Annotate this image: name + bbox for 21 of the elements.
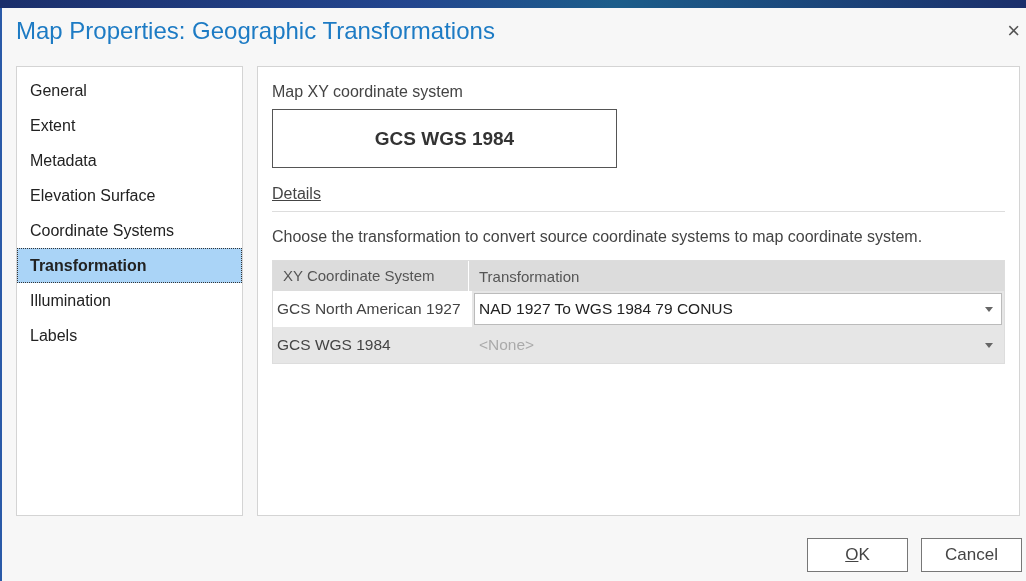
window-title: Map Properties: Geographic Transformations bbox=[16, 17, 495, 45]
sidebar-item[interactable]: Labels bbox=[17, 318, 242, 353]
sidebar-item[interactable]: Extent bbox=[17, 108, 242, 143]
caret-icon bbox=[985, 342, 993, 348]
dialog-button[interactable]: OK bbox=[807, 538, 908, 572]
table-cell: GCS North American 1927 bbox=[273, 291, 472, 327]
coordinate-system-box[interactable]: GCS WGS 1984 bbox=[272, 109, 617, 168]
sidebar-item[interactable]: Transformation bbox=[17, 248, 242, 283]
column-header: Transformation bbox=[478, 267, 580, 285]
dialog-button[interactable]: Cancel bbox=[921, 538, 1022, 572]
sidebar-item[interactable]: General bbox=[17, 73, 242, 108]
sidebar-item[interactable]: Metadata bbox=[17, 143, 242, 178]
close-button[interactable]: × bbox=[1001, 18, 1026, 44]
section-label: Map XY coordinate system bbox=[272, 83, 463, 101]
caret-icon bbox=[985, 306, 993, 312]
sidebar-item[interactable]: Elevation Surface bbox=[17, 178, 242, 213]
instruction-text: Choose the transformation to convert source coordinate systems to map coordinate system. bbox=[272, 228, 923, 246]
details-link[interactable]: Details bbox=[272, 185, 321, 203]
sidebar-item[interactable]: Illumination bbox=[17, 283, 242, 318]
sidebar-item[interactable]: Coordinate Systems bbox=[17, 213, 242, 248]
transformation-dropdown[interactable]: NAD 1927 To WGS 1984 79 CONUS bbox=[474, 293, 1002, 325]
